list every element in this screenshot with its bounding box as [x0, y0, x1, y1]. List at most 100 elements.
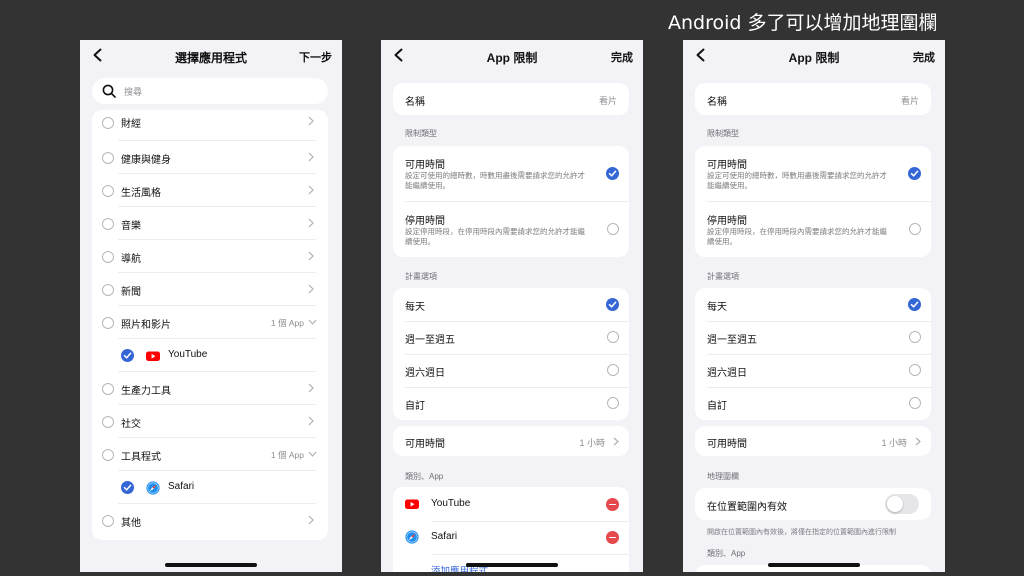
- section-header: 類別、App: [707, 549, 746, 558]
- time-label: 可用時間: [707, 439, 747, 450]
- list-item[interactable]: 生產力工具: [92, 372, 328, 405]
- minus-circle-icon[interactable]: [606, 531, 619, 544]
- list-item[interactable]: 照片和影片 1 個 App: [92, 306, 328, 339]
- radio-button[interactable]: [102, 416, 114, 428]
- done-button[interactable]: 完成: [913, 49, 935, 65]
- time-row[interactable]: 可用時間 1 小時: [695, 426, 931, 456]
- list-item[interactable]: 其他: [92, 504, 328, 537]
- apps-card: YouTube Safari 添加應用程式: [393, 487, 629, 572]
- option-description: 設定停用時段，在停用時段內需要請求您的允許才能繼續使用。: [707, 227, 887, 246]
- chevron-right-icon: [308, 284, 314, 294]
- option-description: 設定可使用的總時數，時數用盡後需要請求您的允許才能繼續使用。: [405, 171, 585, 190]
- name-label: 名稱: [405, 97, 425, 108]
- list-item[interactable]: 財經: [92, 110, 328, 141]
- list-item[interactable]: 音樂: [92, 207, 328, 240]
- search-placeholder: 搜尋: [124, 86, 143, 97]
- checkmark-circle-icon[interactable]: [121, 349, 134, 362]
- radio-button[interactable]: [102, 317, 114, 329]
- time-label: 可用時間: [405, 439, 445, 450]
- chevron-right-icon: [308, 251, 314, 261]
- section-header: 限制類型: [707, 129, 739, 138]
- radio-button[interactable]: [607, 331, 619, 343]
- category-label: 健康與健身: [121, 155, 171, 166]
- option-title: 可用時間: [405, 160, 445, 171]
- phone-select-apps: 選擇應用程式 下一步 搜尋 財經 健康與健身 生活風格 音樂 導航 新聞 照片和…: [80, 40, 342, 572]
- schedule-option[interactable]: 週六週日: [707, 364, 747, 379]
- radio-button[interactable]: [607, 364, 619, 376]
- schedule-option[interactable]: 週六週日: [405, 364, 445, 379]
- chevron-right-icon: [613, 437, 619, 446]
- radio-button[interactable]: [607, 223, 619, 235]
- list-item[interactable]: 工具程式 1 個 App: [92, 438, 328, 471]
- home-indicator: [165, 563, 257, 567]
- name-value: 看片: [900, 96, 919, 106]
- minus-circle-icon[interactable]: [606, 498, 619, 511]
- schedule-option[interactable]: 每天: [405, 298, 425, 313]
- section-header: 計畫選項: [405, 272, 437, 281]
- option-description: 設定可使用的總時數，時數用盡後需要請求您的允許才能繼續使用。: [707, 171, 887, 190]
- next-button[interactable]: 下一步: [299, 49, 332, 65]
- geofence-toggle[interactable]: [885, 494, 919, 514]
- schedule-option[interactable]: 自訂: [405, 397, 425, 412]
- radio-button[interactable]: [102, 383, 114, 395]
- chevron-right-icon: [308, 152, 314, 162]
- checkmark-circle-icon[interactable]: [606, 298, 619, 311]
- schedule-option[interactable]: 週一至週五: [405, 331, 455, 346]
- radio-button[interactable]: [102, 251, 114, 263]
- radio-button[interactable]: [102, 152, 114, 164]
- nav-bar: 選擇應用程式 下一步: [80, 40, 342, 70]
- geofence-note: 開啟在位置範圍內有效後，將僅在指定的位置範圍內進行限制: [707, 529, 896, 536]
- list-item[interactable]: 導航: [92, 240, 328, 273]
- radio-button[interactable]: [909, 331, 921, 343]
- radio-button[interactable]: [102, 218, 114, 230]
- list-item[interactable]: 社交: [92, 405, 328, 438]
- home-indicator: [466, 563, 558, 567]
- name-row[interactable]: 名稱 看片: [695, 83, 931, 115]
- list-item[interactable]: Safari: [92, 471, 328, 504]
- home-indicator: [768, 563, 860, 567]
- name-row[interactable]: 名稱 看片: [393, 83, 629, 115]
- time-value: 1 小時: [579, 438, 605, 448]
- safari-icon: [405, 530, 419, 544]
- option-title: 停用時間: [405, 216, 445, 227]
- radio-button[interactable]: [102, 515, 114, 527]
- checkmark-circle-icon[interactable]: [908, 298, 921, 311]
- phone-app-limit-geofence: App 限制 完成 名稱 看片 限制類型 可用時間 設定可使用的總時數，時數用盡…: [683, 40, 945, 572]
- section-header: 地理圍欄: [707, 472, 739, 481]
- radio-button[interactable]: [909, 364, 921, 376]
- chevron-right-icon: [308, 116, 314, 126]
- chevron-right-icon: [308, 218, 314, 228]
- app-label: Safari: [431, 531, 458, 542]
- time-row[interactable]: 可用時間 1 小時: [393, 426, 629, 456]
- list-item[interactable]: 健康與健身: [92, 141, 328, 174]
- schedule-card: 每天 週一至週五 週六週日 自訂: [695, 288, 931, 420]
- youtube-icon: [405, 499, 419, 509]
- list-item[interactable]: 生活風格: [92, 174, 328, 207]
- limit-type-card: 可用時間 設定可使用的總時數，時數用盡後需要請求您的允許才能繼續使用。 停用時間…: [695, 146, 931, 257]
- schedule-option[interactable]: 週一至週五: [707, 331, 757, 346]
- checkmark-circle-icon[interactable]: [606, 167, 619, 180]
- checkmark-circle-icon[interactable]: [908, 167, 921, 180]
- radio-button[interactable]: [102, 117, 114, 129]
- schedule-option[interactable]: 自訂: [707, 397, 727, 412]
- list-item[interactable]: 新聞: [92, 273, 328, 306]
- checkmark-circle-icon[interactable]: [121, 481, 134, 494]
- phone-app-limit: App 限制 完成 名稱 看片 限制類型 可用時間 設定可使用的總時數，時數用盡…: [381, 40, 643, 572]
- radio-button[interactable]: [102, 284, 114, 296]
- radio-button[interactable]: [909, 223, 921, 235]
- app-label: Safari: [168, 481, 195, 492]
- list-item[interactable]: YouTube: [92, 339, 328, 372]
- radio-button[interactable]: [102, 449, 114, 461]
- done-button[interactable]: 完成: [611, 49, 633, 65]
- radio-button[interactable]: [909, 397, 921, 409]
- chevron-down-icon: [308, 451, 317, 457]
- chevron-right-icon: [308, 416, 314, 426]
- radio-button[interactable]: [102, 185, 114, 197]
- chevron-down-icon: [308, 319, 317, 325]
- search-input[interactable]: 搜尋: [92, 78, 328, 104]
- name-label: 名稱: [707, 97, 727, 108]
- schedule-option[interactable]: 每天: [707, 298, 727, 313]
- page-title: App 限制: [788, 51, 840, 65]
- section-header: 限制類型: [405, 129, 437, 138]
- radio-button[interactable]: [607, 397, 619, 409]
